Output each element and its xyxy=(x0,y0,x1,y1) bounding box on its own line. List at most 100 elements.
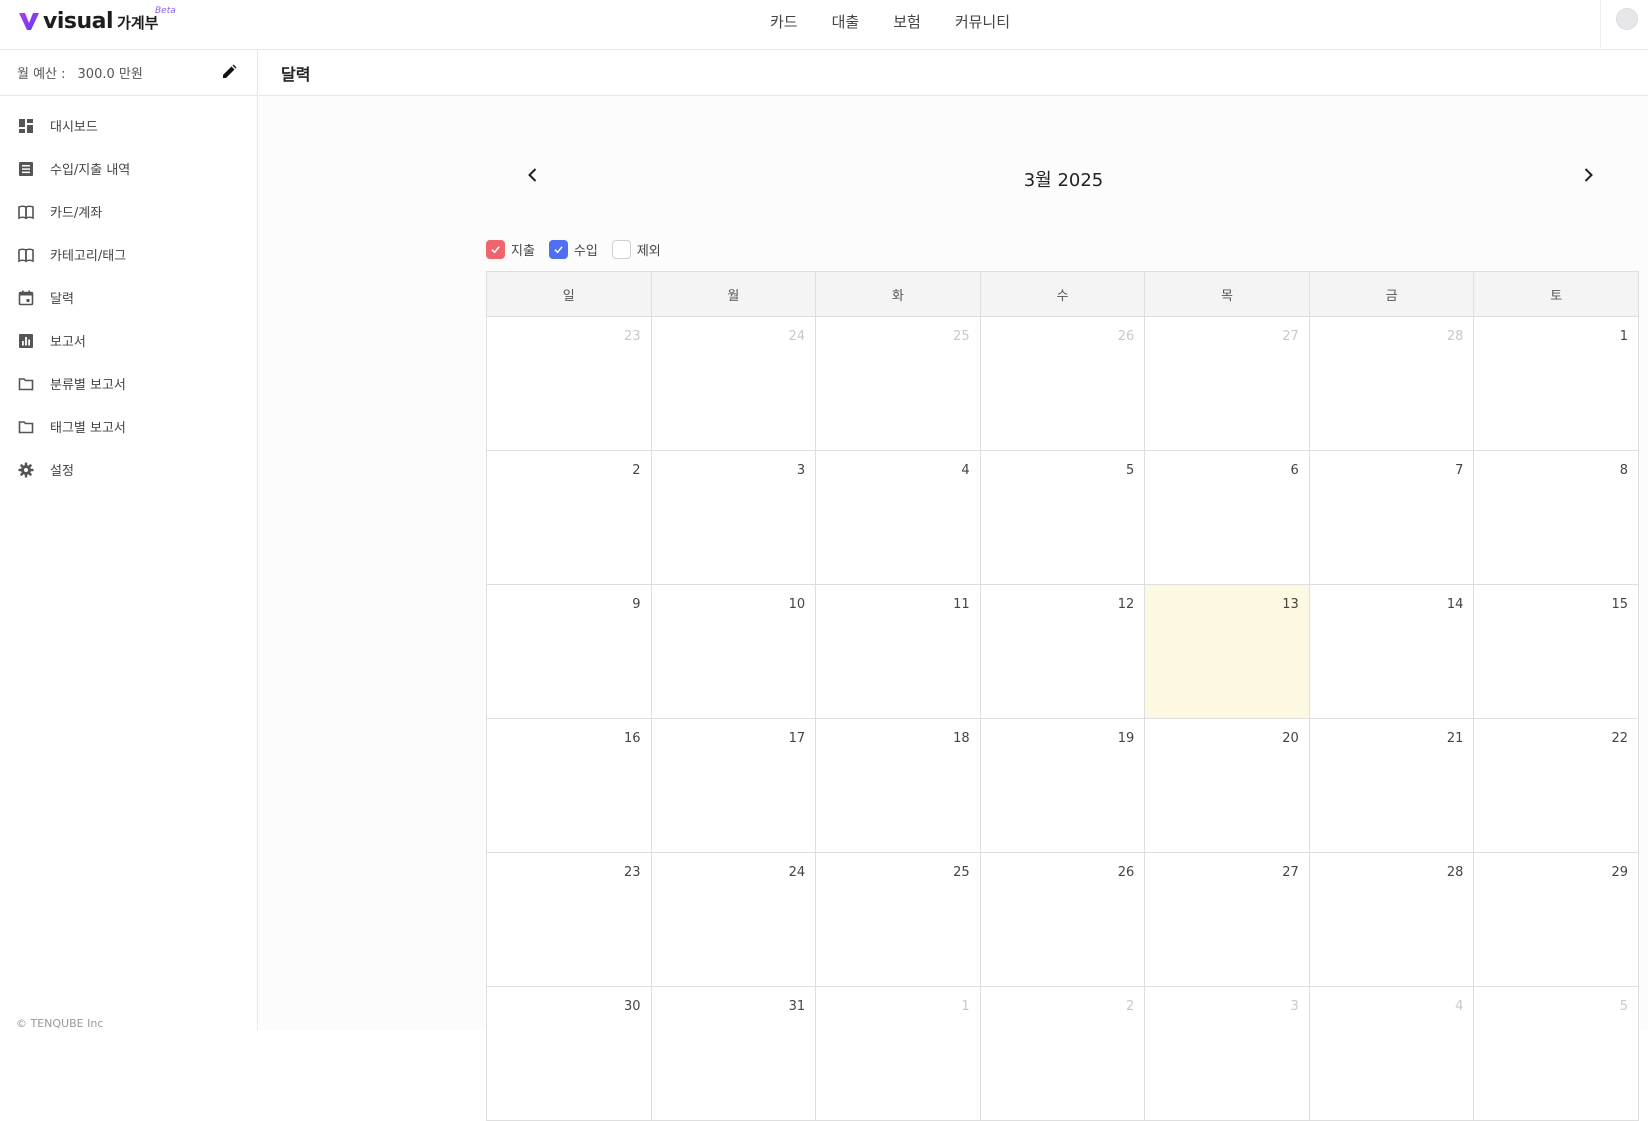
weekday-mon: 월 xyxy=(650,271,817,317)
sidebar-item-label: 분류별 보고서 xyxy=(50,378,126,393)
checkbox-checked-icon[interactable] xyxy=(548,240,568,259)
calendar-day-cell[interactable]: 27 xyxy=(1144,852,1310,987)
calendar-day-cell[interactable]: 23 xyxy=(486,316,652,451)
folder-icon xyxy=(18,376,34,392)
sidebar-item-dashboard[interactable]: 대시보드 xyxy=(0,104,257,147)
nav-loan[interactable]: 대출 xyxy=(832,11,860,32)
weekday-tue: 화 xyxy=(815,271,981,317)
filter-income[interactable]: 수입 xyxy=(548,240,598,259)
calendar-day-cell[interactable]: 3 xyxy=(1144,986,1310,1121)
calendar-day-cell[interactable]: 18 xyxy=(815,718,981,853)
calendar-day-cell[interactable]: 12 xyxy=(979,584,1146,719)
checkbox-checked-icon[interactable] xyxy=(486,240,505,259)
calendar-day-cell[interactable]: 3 xyxy=(650,450,817,585)
checkbox-unchecked-icon[interactable] xyxy=(611,240,631,259)
budget-value: 300.0 만원 xyxy=(77,67,143,82)
calendar-day-cell[interactable]: 9 xyxy=(486,584,652,719)
calendar-day-cell[interactable]: 24 xyxy=(650,852,817,987)
sidebar-item-calendar[interactable]: 달력 xyxy=(0,276,257,319)
nav-community[interactable]: 커뮤니티 xyxy=(955,11,1010,32)
sidebar-item-category-reports[interactable]: 분류별 보고서 xyxy=(0,362,257,405)
sidebar-item-label: 보고서 xyxy=(50,335,86,350)
month-title: 3월 2025 xyxy=(1023,170,1104,191)
sidebar-item-label: 설정 xyxy=(50,464,74,479)
pencil-icon[interactable] xyxy=(221,64,237,80)
nav-card[interactable]: 카드 xyxy=(770,11,798,32)
calendar-filters: 지출 수입 제외 xyxy=(486,240,675,259)
calendar-day-cell[interactable]: 19 xyxy=(979,718,1146,853)
sidebar-item-label: 달력 xyxy=(50,292,74,307)
calendar-grid: 일 월 화 수 목 금 토 23 24 25 26 27 28 1 2 3 4 5 6 7 8 9 10 11 1… xyxy=(486,271,1639,1121)
filter-label: 수입 xyxy=(573,244,598,259)
calendar-day-cell[interactable]: 29 xyxy=(1473,852,1639,987)
filter-label: 지출 xyxy=(511,244,535,259)
sidebar-item-label: 카테고리/태그 xyxy=(50,249,127,264)
logo-korean: 가계부 xyxy=(117,13,159,32)
filter-label: 제외 xyxy=(636,244,661,259)
top-header: visual 가계부 Beta 카드 대출 보험 커뮤니티 xyxy=(0,0,1648,50)
sidebar-item-label: 태그별 보고서 xyxy=(50,421,126,436)
calendar-day-cell[interactable]: 24 xyxy=(650,316,817,451)
monthly-budget: 월 예산 : 300.0 만원 xyxy=(0,50,257,96)
sidebar-item-reports[interactable]: 보고서 xyxy=(0,319,257,362)
list-icon xyxy=(18,161,34,177)
dashboard-icon xyxy=(18,118,34,134)
calendar-day-cell[interactable]: 2 xyxy=(979,986,1146,1121)
sidebar-item-tag-reports[interactable]: 태그별 보고서 xyxy=(0,405,257,448)
beta-badge: Beta xyxy=(155,6,176,16)
sidebar-item-label: 카드/계좌 xyxy=(50,206,103,221)
sidebar-item-transactions[interactable]: 수입/지출 내역 xyxy=(0,147,257,190)
weekday-wed: 수 xyxy=(979,271,1146,317)
calendar-day-cell[interactable]: 21 xyxy=(1308,718,1475,853)
calendar-day-cell[interactable]: 4 xyxy=(1308,986,1475,1121)
calendar-day-today[interactable]: 13 xyxy=(1144,584,1310,719)
copyright: © TENQUBE Inc xyxy=(16,1017,104,1030)
weekday-sat: 토 xyxy=(1473,271,1639,317)
calendar-day-cell[interactable]: 28 xyxy=(1308,852,1475,987)
header-divider xyxy=(1600,0,1601,48)
calendar-day-cell[interactable]: 26 xyxy=(979,316,1146,451)
calendar-day-cell[interactable]: 23 xyxy=(486,852,652,987)
app-logo[interactable]: visual 가계부 Beta xyxy=(18,6,176,34)
weekday-header-row: 일 월 화 수 목 금 토 xyxy=(486,271,1639,317)
calendar-day-cell[interactable]: 28 xyxy=(1308,316,1475,451)
calendar-week-row: 23 24 25 26 27 28 29 xyxy=(486,852,1639,987)
sidebar-item-cards-accounts[interactable]: 카드/계좌 xyxy=(0,190,257,233)
calendar-day-cell[interactable]: 6 xyxy=(1144,450,1310,585)
filter-expense[interactable]: 지출 xyxy=(486,240,535,259)
calendar-day-cell[interactable]: 26 xyxy=(979,852,1146,987)
book-icon xyxy=(18,247,34,263)
calendar-day-cell[interactable]: 1 xyxy=(815,986,981,1121)
calendar-day-cell[interactable]: 27 xyxy=(1144,316,1310,451)
calendar-day-cell[interactable]: 11 xyxy=(815,584,981,719)
calendar-day-cell[interactable]: 2 xyxy=(486,450,652,585)
calendar-day-cell[interactable]: 17 xyxy=(650,718,817,853)
calendar-day-cell[interactable]: 30 xyxy=(486,986,652,1121)
calendar-day-cell[interactable]: 5 xyxy=(979,450,1146,585)
calendar-week-row: 2345678 xyxy=(486,450,1639,585)
book-icon xyxy=(18,204,34,220)
nav-insurance[interactable]: 보험 xyxy=(893,11,921,32)
calendar-day-cell[interactable]: 31 xyxy=(650,986,817,1121)
calendar-day-cell[interactable]: 8 xyxy=(1473,450,1639,585)
calendar-day-cell[interactable]: 25 xyxy=(815,852,981,987)
calendar-day-cell[interactable]: 10 xyxy=(650,584,817,719)
filter-excluded[interactable]: 제외 xyxy=(611,240,661,259)
calendar-day-cell[interactable]: 15 xyxy=(1473,584,1639,719)
sidebar-item-category-tags[interactable]: 카테고리/태그 xyxy=(0,233,257,276)
calendar-day-cell[interactable]: 5 xyxy=(1473,986,1639,1121)
chevron-right-icon[interactable] xyxy=(1579,166,1597,184)
calendar-day-cell[interactable]: 16 xyxy=(486,718,652,853)
calendar-day-cell[interactable]: 25 xyxy=(815,316,981,451)
budget-label: 월 예산 : xyxy=(17,67,66,82)
weekday-fri: 금 xyxy=(1308,271,1475,317)
calendar-day-cell[interactable]: 22 xyxy=(1473,718,1639,853)
calendar-day-cell[interactable]: 4 xyxy=(815,450,981,585)
sidebar-item-settings[interactable]: 설정 xyxy=(0,448,257,491)
calendar-day-cell[interactable]: 14 xyxy=(1308,584,1475,719)
avatar[interactable] xyxy=(1616,8,1638,30)
calendar-day-cell[interactable]: 20 xyxy=(1144,718,1310,853)
bar-chart-icon xyxy=(18,333,34,349)
calendar-day-cell[interactable]: 1 xyxy=(1473,316,1639,451)
calendar-day-cell[interactable]: 7 xyxy=(1308,450,1475,585)
